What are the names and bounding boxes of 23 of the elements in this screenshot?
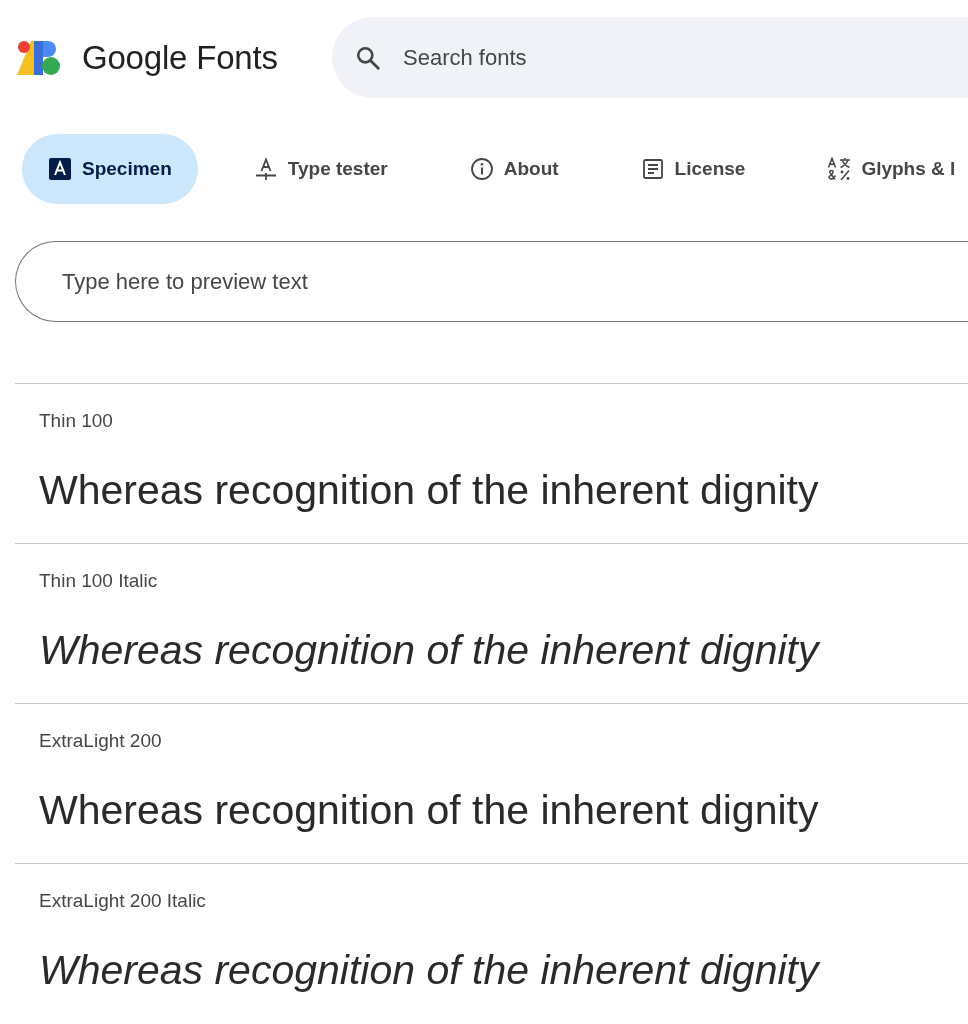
glyphs-icon: [827, 157, 852, 181]
logo-text[interactable]: Google Fonts: [82, 38, 278, 77]
logo-icon: [17, 40, 61, 75]
info-icon: [469, 157, 494, 181]
tab[interactable]: License: [614, 134, 772, 204]
style-name: Thin 100 Italic: [39, 569, 158, 593]
preview-text-field[interactable]: Type here to preview text: [15, 241, 968, 322]
document-icon: [640, 157, 665, 181]
type-tester-icon: [253, 157, 278, 181]
style-name: Thin 100: [39, 409, 113, 433]
sample-text: Whereas recognition of the inherent dignity: [39, 626, 819, 675]
tab[interactable]: Type tester: [227, 134, 414, 204]
style-name: ExtraLight 200: [39, 729, 162, 753]
sample-text: Whereas recognition of the inherent dignity: [39, 466, 819, 515]
sample-text: Whereas recognition of the inherent dignity: [39, 786, 819, 835]
sample-text: Whereas recognition of the inherent dignity: [39, 946, 819, 995]
search-field[interactable]: Search fonts: [332, 17, 968, 98]
font-icon: [48, 157, 72, 181]
style-name: ExtraLight 200 Italic: [39, 889, 206, 913]
tab[interactable]: Glyphs & l: [801, 134, 956, 204]
search-icon: [355, 45, 381, 71]
tab[interactable]: Specimen: [22, 134, 198, 204]
tab[interactable]: About: [443, 134, 585, 204]
